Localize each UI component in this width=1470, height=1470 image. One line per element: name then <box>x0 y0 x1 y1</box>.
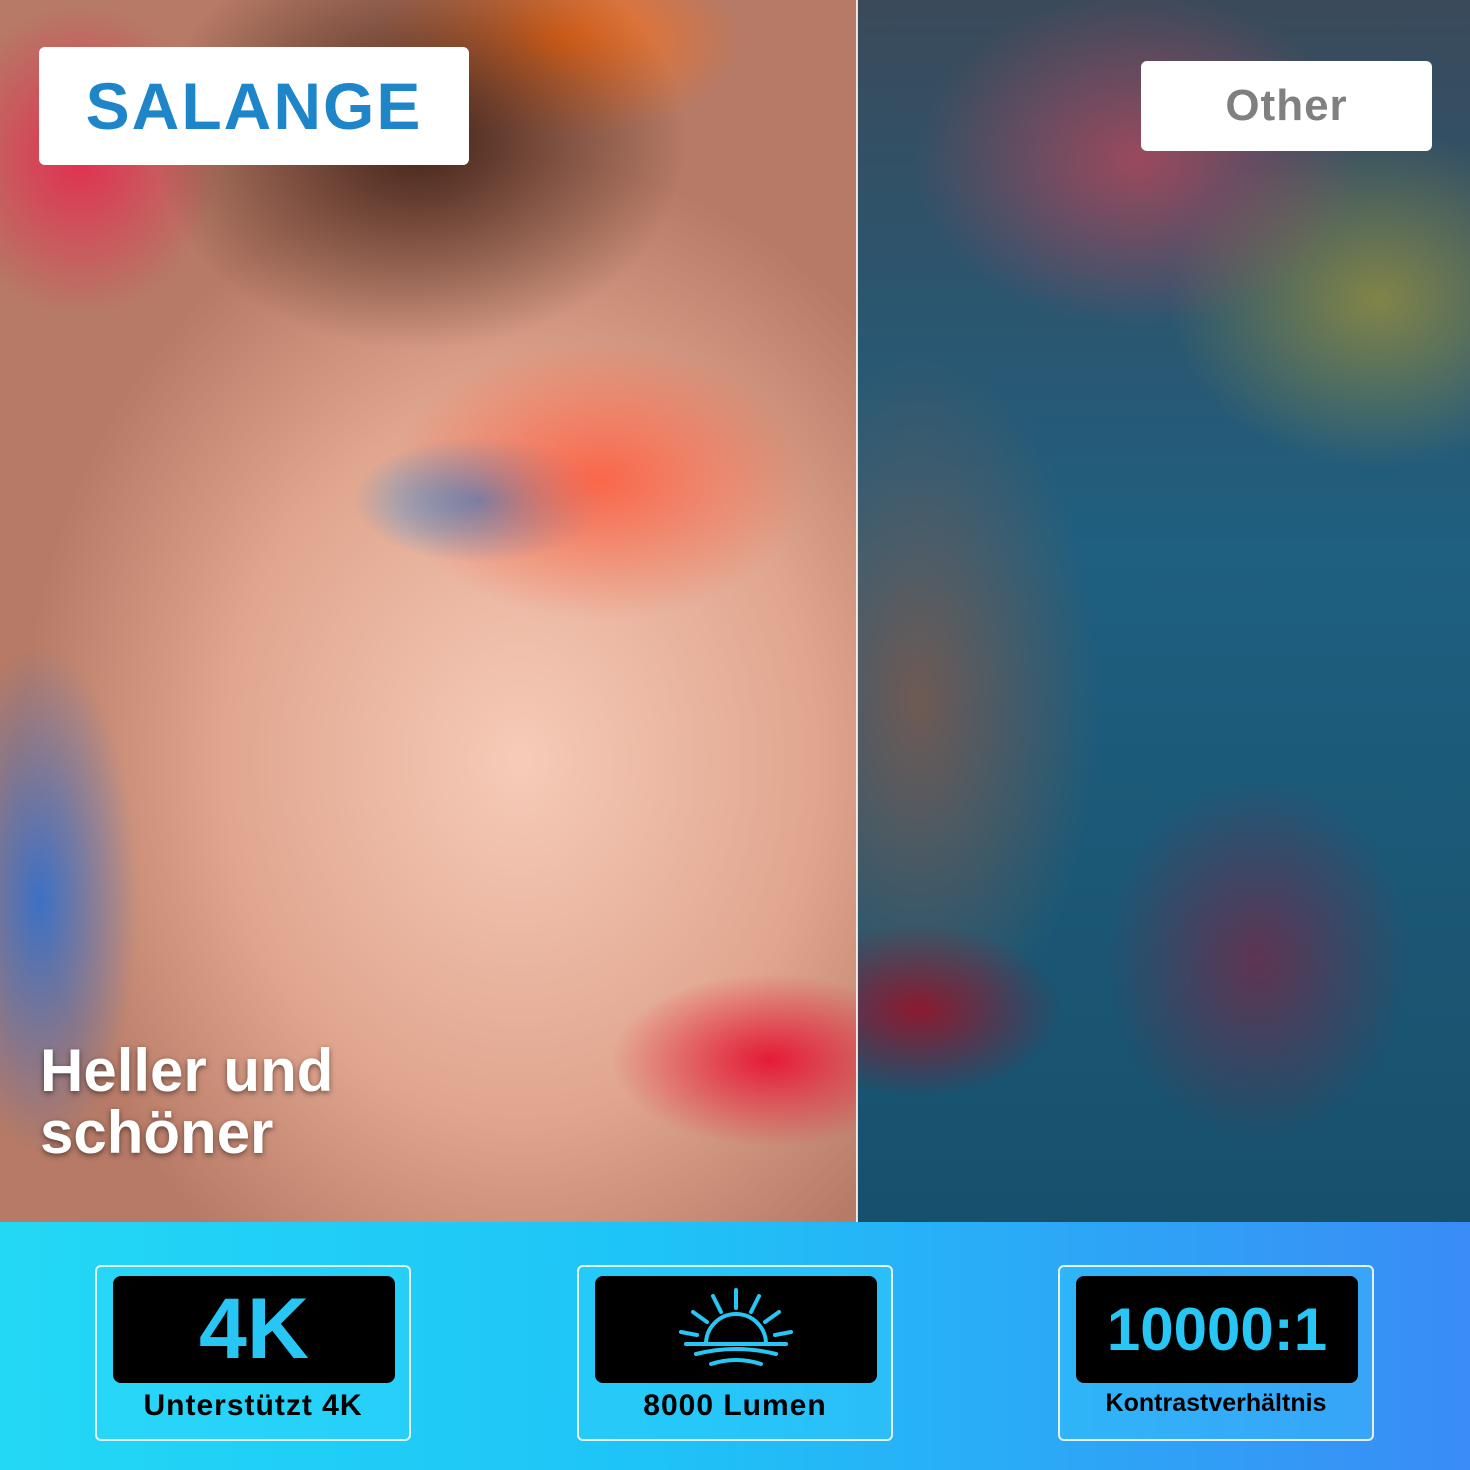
other-label-badge: Other <box>1141 61 1432 151</box>
comparison-divider <box>856 0 858 1222</box>
other-image-half <box>858 0 1470 1222</box>
feature-4k-panel: 4K <box>113 1276 395 1383</box>
feature-lumen-panel <box>595 1276 877 1383</box>
headline-line-2: schöner <box>40 1099 274 1166</box>
feature-4k-label: Unterstützt 4K <box>143 1389 363 1422</box>
other-label: Other <box>1225 81 1348 130</box>
sunrise-icon <box>671 1282 801 1377</box>
feature-contrast-label: Kontrastverhältnis <box>1105 1389 1327 1417</box>
feature-4k: 4K Unterstützt 4K <box>95 1265 411 1441</box>
feature-lumen: 8000 Lumen <box>577 1265 893 1441</box>
feature-4k-value: 4K <box>199 1281 309 1377</box>
feature-contrast-value: 10000:1 <box>1106 1296 1328 1363</box>
feature-contrast: 10000:1 Kontrastverhältnis <box>1058 1265 1374 1441</box>
headline: Heller und schöner <box>40 1040 540 1164</box>
feature-contrast-panel: 10000:1 <box>1076 1276 1358 1383</box>
feature-lumen-label: 8000 Lumen <box>643 1389 827 1422</box>
brand-logo: SALANGE <box>39 47 469 165</box>
brand-logo-text: SALANGE <box>85 69 423 143</box>
headline-line-1: Heller und <box>40 1037 334 1104</box>
